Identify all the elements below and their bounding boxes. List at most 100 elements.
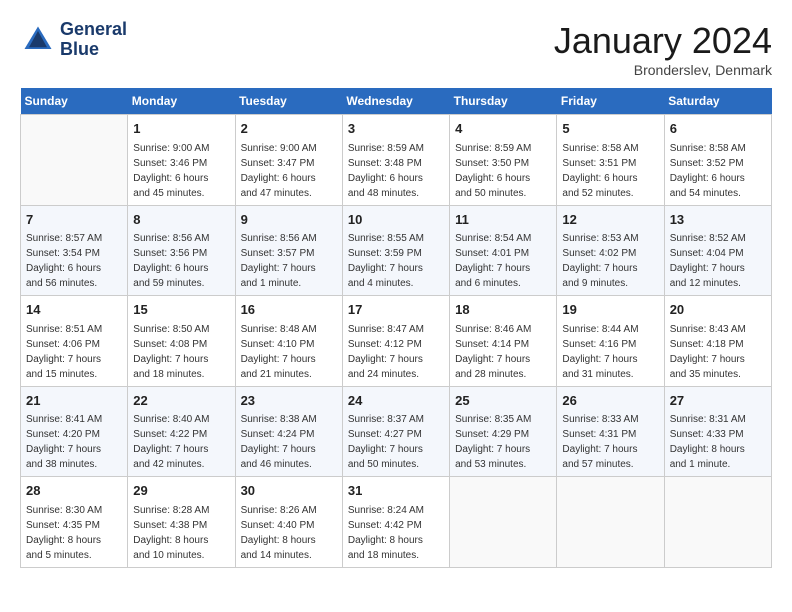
calendar-cell: 6Sunrise: 8:58 AMSunset: 3:52 PMDaylight… bbox=[664, 115, 771, 206]
day-info: Sunrise: 8:46 AM Sunset: 4:14 PM Daylight:… bbox=[455, 322, 551, 382]
calendar-cell: 7Sunrise: 8:57 AMSunset: 3:54 PMDaylight… bbox=[21, 205, 128, 296]
day-info-line: Sunrise: 8:59 AM bbox=[455, 143, 531, 154]
day-info-line: Sunset: 3:57 PM bbox=[241, 248, 315, 259]
day-info-line: and 18 minutes. bbox=[348, 550, 419, 561]
column-header-saturday: Saturday bbox=[664, 88, 771, 115]
day-info: Sunrise: 8:53 AMSunset: 4:02 PMDaylight:… bbox=[562, 231, 658, 291]
title-block: January 2024 Bronderslev, Denmark bbox=[554, 20, 772, 78]
day-info: Sunrise: 8:59 AMSunset: 3:48 PMDaylight:… bbox=[348, 141, 444, 201]
calendar-cell: 1Sunrise: 9:00 AMSunset: 3:46 PMDaylight… bbox=[128, 115, 235, 206]
day-info-line: Sunset: 4:27 PM bbox=[348, 429, 422, 440]
day-info-line: Daylight: 7 hours bbox=[241, 263, 316, 274]
calendar-cell: 22Sunrise: 8:40 AMSunset: 4:22 PMDayligh… bbox=[128, 386, 235, 477]
day-info: Sunrise: 8:56 AMSunset: 3:56 PMDaylight:… bbox=[133, 231, 229, 291]
day-number: 25 bbox=[455, 391, 551, 411]
day-info: Sunrise: 9:00 AMSunset: 3:46 PMDaylight:… bbox=[133, 141, 229, 201]
day-info: Sunrise: 8:54 AMSunset: 4:01 PMDaylight:… bbox=[455, 231, 551, 291]
calendar-cell: 13Sunrise: 8:52 AMSunset: 4:04 PMDayligh… bbox=[664, 205, 771, 296]
day-info-line: Sunrise: 8:55 AM bbox=[348, 233, 424, 244]
logo: General Blue bbox=[20, 20, 127, 60]
day-info: Sunrise: 8:24 AMSunset: 4:42 PMDaylight:… bbox=[348, 503, 444, 563]
calendar-cell: 3Sunrise: 8:59 AMSunset: 3:48 PMDaylight… bbox=[342, 115, 449, 206]
day-info-line: Sunrise: 8:37 AM bbox=[348, 414, 424, 425]
day-number: 17 bbox=[348, 300, 444, 320]
day-number: 26 bbox=[562, 391, 658, 411]
day-info-line: Sunset: 4:22 PM bbox=[133, 429, 207, 440]
day-info-line: and 50 minutes. bbox=[455, 188, 526, 199]
day-info-line: and 9 minutes. bbox=[562, 278, 628, 289]
day-number: 18 bbox=[455, 300, 551, 320]
day-info-line: Sunrise: 8:31 AM bbox=[670, 414, 746, 425]
day-info: Sunrise: 8:35 AMSunset: 4:29 PMDaylight:… bbox=[455, 412, 551, 472]
day-info-line: Daylight: 7 hours bbox=[562, 354, 637, 365]
day-info: Sunrise: 8:58 AMSunset: 3:51 PMDaylight:… bbox=[562, 141, 658, 201]
page-header: General Blue January 2024 Bronderslev, D… bbox=[20, 20, 772, 78]
calendar-cell bbox=[557, 477, 664, 568]
day-info-line: Daylight: 7 hours bbox=[670, 263, 745, 274]
day-number: 24 bbox=[348, 391, 444, 411]
day-number: 27 bbox=[670, 391, 766, 411]
calendar-cell: 23Sunrise: 8:38 AMSunset: 4:24 PMDayligh… bbox=[235, 386, 342, 477]
day-info-line: and 57 minutes. bbox=[562, 459, 633, 470]
day-info-line: and 24 minutes. bbox=[348, 369, 419, 380]
day-info-line: Daylight: 6 hours bbox=[241, 173, 316, 184]
day-number: 16 bbox=[241, 300, 337, 320]
day-info-line: Daylight: 6 hours bbox=[562, 173, 637, 184]
calendar-cell: 19Sunrise: 8:44 AMSunset: 4:16 PMDayligh… bbox=[557, 296, 664, 387]
day-info-line: and 47 minutes. bbox=[241, 188, 312, 199]
calendar-cell bbox=[21, 115, 128, 206]
calendar-cell: 21Sunrise: 8:41 AMSunset: 4:20 PMDayligh… bbox=[21, 386, 128, 477]
calendar-cell: 28Sunrise: 8:30 AMSunset: 4:35 PMDayligh… bbox=[21, 477, 128, 568]
day-info: Sunrise: 8:31 AMSunset: 4:33 PMDaylight:… bbox=[670, 412, 766, 472]
day-info: Sunrise: 8:40 AMSunset: 4:22 PMDaylight:… bbox=[133, 412, 229, 472]
day-info: Sunrise: 9:00 AMSunset: 3:47 PMDaylight:… bbox=[241, 141, 337, 201]
day-info-line: Daylight: 8 hours bbox=[241, 535, 316, 546]
logo-icon bbox=[20, 22, 56, 58]
calendar-cell: 18 Sunrise: 8:46 AM Sunset: 4:14 PM Dayligh… bbox=[450, 296, 557, 387]
calendar-cell: 14Sunrise: 8:51 AMSunset: 4:06 PMDayligh… bbox=[21, 296, 128, 387]
day-info-line: Sunset: 4:42 PM bbox=[348, 520, 422, 531]
day-info: Sunrise: 8:55 AMSunset: 3:59 PMDaylight:… bbox=[348, 231, 444, 291]
day-info-line: Daylight: 7 hours bbox=[455, 354, 530, 365]
day-number: 30 bbox=[241, 481, 337, 501]
calendar-cell: 8Sunrise: 8:56 AMSunset: 3:56 PMDaylight… bbox=[128, 205, 235, 296]
day-info-line: Daylight: 7 hours bbox=[348, 444, 423, 455]
calendar-cell: 11Sunrise: 8:54 AMSunset: 4:01 PMDayligh… bbox=[450, 205, 557, 296]
day-info-line: Daylight: 6 hours bbox=[455, 173, 530, 184]
day-number: 13 bbox=[670, 210, 766, 230]
day-info-line: Sunset: 4:24 PM bbox=[241, 429, 315, 440]
day-info-line: and 56 minutes. bbox=[26, 278, 97, 289]
day-info-line: Sunset: 4:29 PM bbox=[455, 429, 529, 440]
day-info-line: and 31 minutes. bbox=[562, 369, 633, 380]
day-info: Sunrise: 8:30 AMSunset: 4:35 PMDaylight:… bbox=[26, 503, 122, 563]
day-info-line: Sunset: 4:06 PM bbox=[26, 339, 100, 350]
day-info-line: and 46 minutes. bbox=[241, 459, 312, 470]
day-info-line: and 1 minute. bbox=[241, 278, 302, 289]
day-info-line: Sunrise: 8:54 AM bbox=[455, 233, 531, 244]
calendar-header-row: SundayMondayTuesdayWednesdayThursdayFrid… bbox=[21, 88, 772, 115]
day-info-line: and 54 minutes. bbox=[670, 188, 741, 199]
day-info-line: Sunrise: 8:56 AM bbox=[241, 233, 317, 244]
day-info-line: Sunrise: 8:50 AM bbox=[133, 324, 209, 335]
column-header-wednesday: Wednesday bbox=[342, 88, 449, 115]
day-info-line: and 48 minutes. bbox=[348, 188, 419, 199]
calendar-cell bbox=[664, 477, 771, 568]
day-info-line: Daylight: 7 hours bbox=[562, 444, 637, 455]
calendar-cell: 24 Sunrise: 8:37 AM Sunset: 4:27 PM Dayligh… bbox=[342, 386, 449, 477]
day-info-line: Sunrise: 8:46 AM bbox=[455, 324, 531, 335]
day-info-line: Daylight: 6 hours bbox=[133, 173, 208, 184]
day-info-line: and 52 minutes. bbox=[562, 188, 633, 199]
day-info-line: and 21 minutes. bbox=[241, 369, 312, 380]
day-info-line: and 10 minutes. bbox=[133, 550, 204, 561]
day-number: 8 bbox=[133, 210, 229, 230]
day-info-line: Sunrise: 8:58 AM bbox=[562, 143, 638, 154]
day-info-line: Sunrise: 8:51 AM bbox=[26, 324, 102, 335]
day-info: Sunrise: 8:58 AMSunset: 3:52 PMDaylight:… bbox=[670, 141, 766, 201]
day-info-line: Sunset: 4:14 PM bbox=[455, 339, 529, 350]
calendar-cell: 10Sunrise: 8:55 AMSunset: 3:59 PMDayligh… bbox=[342, 205, 449, 296]
day-info-line: Daylight: 7 hours bbox=[26, 354, 101, 365]
day-info-line: Daylight: 7 hours bbox=[562, 263, 637, 274]
logo-text: General Blue bbox=[60, 20, 127, 60]
calendar-cell: 15Sunrise: 8:50 AMSunset: 4:08 PMDayligh… bbox=[128, 296, 235, 387]
day-info: Sunrise: 8:44 AMSunset: 4:16 PMDaylight:… bbox=[562, 322, 658, 382]
